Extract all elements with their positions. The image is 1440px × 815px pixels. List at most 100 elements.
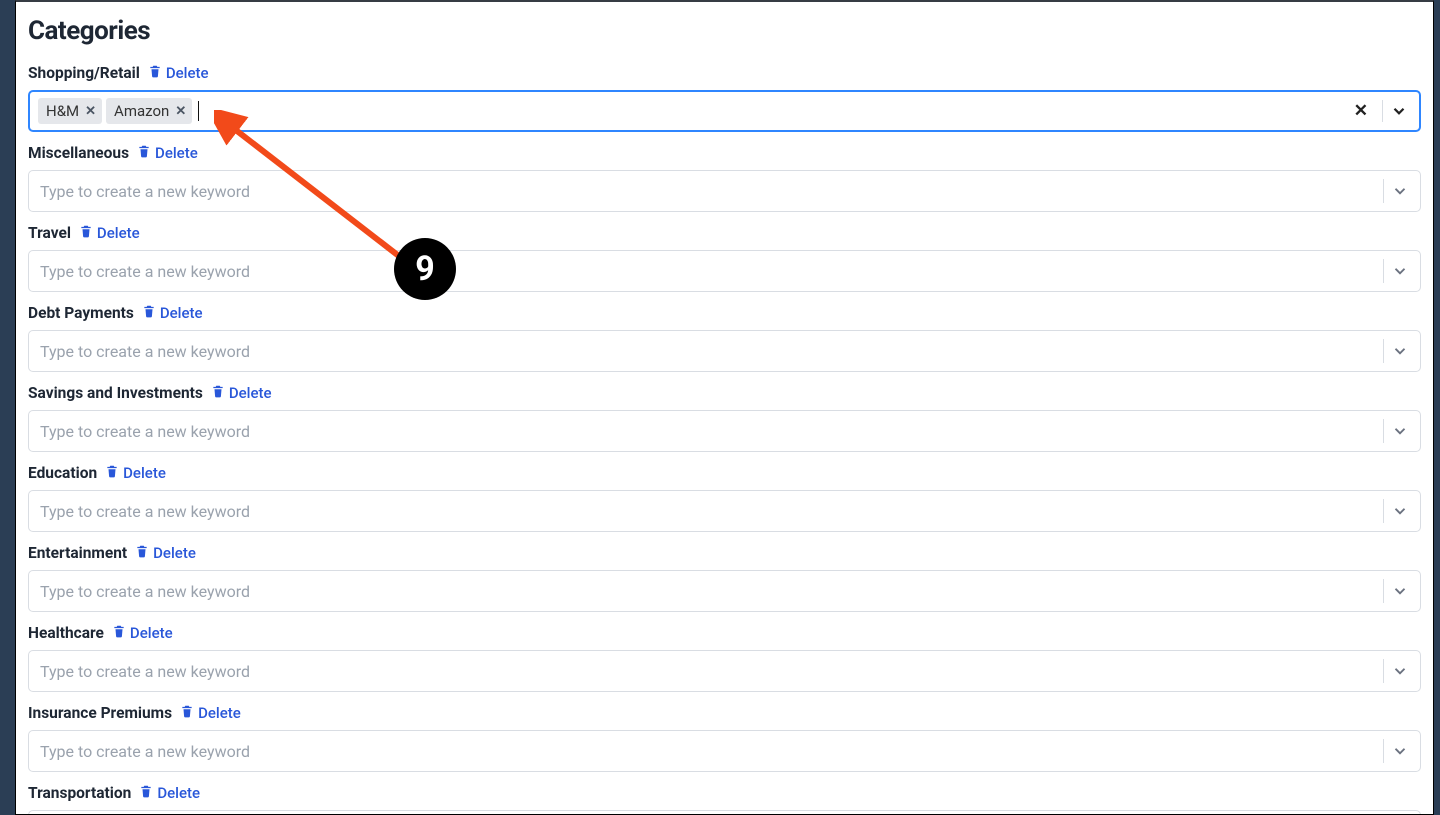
indicator-separator	[1383, 419, 1384, 443]
trash-icon	[211, 384, 225, 402]
category-header: Education Delete	[28, 460, 1421, 486]
keyword-select[interactable]: Type to create a new keyword	[28, 810, 1421, 815]
delete-button[interactable]: Delete	[139, 784, 200, 802]
categories-modal: Categories Shopping/RetailDeleteH&M✕Amaz…	[15, 0, 1434, 815]
keyword-input[interactable]: Type to create a new keyword	[29, 571, 1367, 611]
select-indicators	[1367, 491, 1420, 531]
page-title: Categories	[28, 16, 1421, 46]
categories-list: Shopping/RetailDeleteH&M✕Amazon✕✕Miscell…	[28, 60, 1421, 815]
keyword-placeholder: Type to create a new keyword	[37, 742, 250, 761]
chevron-down-icon[interactable]	[1390, 262, 1410, 280]
category-insurance-premiums: Insurance Premiums Delete Type to create a…	[28, 700, 1421, 772]
keyword-placeholder: Type to create a new keyword	[37, 182, 250, 201]
category-header: TransportationDelete	[28, 780, 1421, 806]
keyword-select[interactable]: H&M✕Amazon✕✕	[28, 90, 1421, 132]
delete-button[interactable]: Delete	[148, 64, 209, 82]
delete-button[interactable]: Delete	[142, 304, 203, 322]
keyword-select[interactable]: Type to create a new keyword	[28, 330, 1421, 372]
keyword-input[interactable]: Type to create a new keyword	[29, 251, 1367, 291]
indicator-separator	[1383, 739, 1384, 763]
category-debt-payments: Debt PaymentsDelete Type to create a new …	[28, 300, 1421, 372]
select-indicators	[1367, 171, 1420, 211]
category-name: Miscellaneous	[28, 144, 129, 162]
select-indicators	[1367, 731, 1420, 771]
clear-icon[interactable]: ✕	[1346, 101, 1376, 121]
chevron-down-icon[interactable]	[1390, 502, 1410, 520]
keyword-input[interactable]: Type to create a new keyword	[29, 491, 1367, 531]
category-savings-and-investments: Savings and InvestmentsDeleteType to cre…	[28, 380, 1421, 452]
indicator-separator	[1383, 499, 1384, 523]
keyword-select[interactable]: Type to create a new keyword	[28, 170, 1421, 212]
keyword-input[interactable]: Type to create a new keyword	[29, 171, 1367, 211]
delete-button[interactable]: Delete	[79, 224, 140, 242]
keyword-placeholder: Type to create a new keyword	[37, 342, 250, 361]
keyword-input[interactable]: Type to create a new keyword	[29, 811, 1367, 815]
delete-button[interactable]: Delete	[105, 464, 166, 482]
delete-button[interactable]: Delete	[180, 704, 241, 722]
delete-label: Delete	[153, 544, 196, 562]
keyword-tag-label: H&M	[46, 102, 79, 120]
keyword-select[interactable]: Type to create a new keyword	[28, 410, 1421, 452]
delete-label: Delete	[198, 704, 241, 722]
chevron-down-icon[interactable]	[1389, 102, 1409, 120]
category-header: Debt PaymentsDelete	[28, 300, 1421, 326]
category-header: TravelDelete	[28, 220, 1421, 246]
chevron-down-icon[interactable]	[1390, 582, 1410, 600]
category-name: Insurance Premiums	[28, 704, 172, 722]
category-entertainment: EntertainmentDeleteType to create a new …	[28, 540, 1421, 612]
trash-icon	[137, 144, 151, 162]
trash-icon	[139, 784, 153, 802]
category-miscellaneous: Miscellaneous Delete Type to create a new …	[28, 140, 1421, 212]
remove-tag-icon[interactable]: ✕	[85, 105, 96, 118]
trash-icon	[105, 464, 119, 482]
keyword-select[interactable]: Type to create a new keyword	[28, 490, 1421, 532]
keyword-input[interactable]: Type to create a new keyword	[29, 651, 1367, 691]
text-cursor	[198, 101, 199, 121]
select-indicators	[1367, 411, 1420, 451]
category-transportation: TransportationDelete Type to create a new…	[28, 780, 1421, 815]
keyword-placeholder: Type to create a new keyword	[37, 502, 250, 521]
delete-label: Delete	[130, 624, 173, 642]
indicator-separator	[1383, 659, 1384, 683]
delete-button[interactable]: Delete	[137, 144, 198, 162]
category-education: Education Delete Type to create a new keyw…	[28, 460, 1421, 532]
select-indicators	[1367, 251, 1420, 291]
delete-button[interactable]: Delete	[135, 544, 196, 562]
category-name: Healthcare	[28, 624, 104, 642]
chevron-down-icon[interactable]	[1390, 662, 1410, 680]
keyword-select[interactable]: Type to create a new keyword	[28, 730, 1421, 772]
trash-icon	[135, 544, 149, 562]
chevron-down-icon[interactable]	[1390, 342, 1410, 360]
keyword-select[interactable]: Type to create a new keyword	[28, 250, 1421, 292]
trash-icon	[148, 64, 162, 82]
category-healthcare: Healthcare Delete Type to create a new key…	[28, 620, 1421, 692]
category-name: Shopping/Retail	[28, 64, 140, 82]
remove-tag-icon[interactable]: ✕	[175, 105, 186, 118]
chevron-down-icon[interactable]	[1390, 742, 1410, 760]
delete-label: Delete	[155, 144, 198, 162]
delete-label: Delete	[160, 304, 203, 322]
indicator-separator	[1383, 179, 1384, 203]
indicator-separator	[1382, 100, 1383, 122]
trash-icon	[79, 224, 93, 242]
keyword-tag: Amazon✕	[106, 98, 192, 124]
category-header: Miscellaneous Delete	[28, 140, 1421, 166]
keyword-tag: H&M ✕	[38, 98, 102, 124]
delete-button[interactable]: Delete	[112, 624, 173, 642]
select-indicators	[1367, 571, 1420, 611]
trash-icon	[112, 624, 126, 642]
delete-label: Delete	[157, 784, 200, 802]
keyword-input[interactable]: Type to create a new keyword	[29, 411, 1367, 451]
delete-label: Delete	[229, 384, 272, 402]
keyword-select[interactable]: Type to create a new keyword	[28, 570, 1421, 612]
keyword-select[interactable]: Type to create a new keyword	[28, 650, 1421, 692]
keyword-input[interactable]: H&M✕Amazon✕	[30, 92, 1336, 130]
keyword-input[interactable]: Type to create a new keyword	[29, 331, 1367, 371]
chevron-down-icon[interactable]	[1390, 422, 1410, 440]
delete-button[interactable]: Delete	[211, 384, 272, 402]
category-name: Education	[28, 464, 97, 482]
chevron-down-icon[interactable]	[1390, 182, 1410, 200]
keyword-input[interactable]: Type to create a new keyword	[29, 731, 1367, 771]
indicator-separator	[1383, 259, 1384, 283]
select-indicators	[1367, 331, 1420, 371]
